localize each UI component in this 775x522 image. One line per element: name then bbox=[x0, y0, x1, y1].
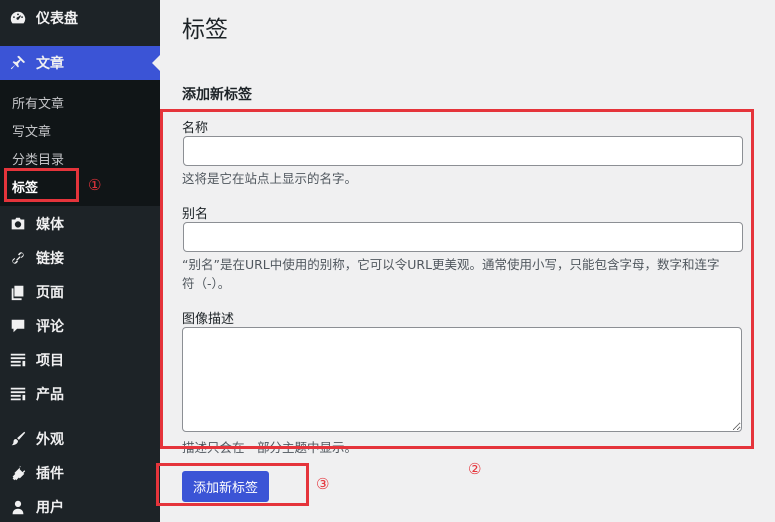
menu-links-label: 链接 bbox=[36, 251, 64, 267]
link-icon bbox=[0, 249, 36, 267]
menu-comments-label: 评论 bbox=[36, 319, 64, 335]
menu-projects-label: 项目 bbox=[36, 353, 64, 369]
admin-sidebar: 仪表盘 文章 所有文章 写文章 分类目录 标签 媒体 链接 页面 评论 项目 产… bbox=[0, 0, 160, 522]
media-icon bbox=[0, 215, 36, 233]
pages-icon bbox=[0, 283, 36, 301]
annotation-number-2: ② bbox=[468, 460, 482, 478]
submenu-all-posts[interactable]: 所有文章 bbox=[12, 93, 64, 112]
submenu-new-post[interactable]: 写文章 bbox=[12, 121, 51, 140]
menu-links[interactable]: 链接 bbox=[0, 241, 160, 275]
menu-posts-label: 文章 bbox=[36, 56, 64, 72]
menu-products[interactable]: 产品 bbox=[0, 377, 160, 411]
dashboard-icon bbox=[0, 9, 36, 27]
comment-icon bbox=[0, 317, 36, 335]
menu-users[interactable]: 用户 bbox=[0, 490, 160, 522]
annotation-number-1: ① bbox=[88, 176, 102, 194]
menu-projects[interactable]: 项目 bbox=[0, 343, 160, 377]
plugin-icon bbox=[0, 464, 36, 482]
user-icon bbox=[0, 498, 36, 516]
menu-posts[interactable]: 文章 bbox=[0, 46, 160, 80]
paintbrush-icon bbox=[0, 430, 36, 448]
annotation-box-2 bbox=[160, 109, 754, 449]
add-tag-heading: 添加新标签 bbox=[182, 87, 252, 103]
menu-products-label: 产品 bbox=[36, 387, 64, 403]
pin-icon bbox=[0, 54, 36, 72]
annotation-number-3: ③ bbox=[316, 475, 330, 493]
annotation-box-1 bbox=[4, 168, 79, 202]
submenu-categories[interactable]: 分类目录 bbox=[12, 149, 64, 168]
menu-users-label: 用户 bbox=[36, 500, 64, 516]
menu-pages-label: 页面 bbox=[36, 285, 64, 301]
annotation-box-3 bbox=[156, 463, 309, 506]
menu-dashboard[interactable]: 仪表盘 bbox=[0, 1, 160, 35]
menu-plugins[interactable]: 插件 bbox=[0, 456, 160, 490]
page-title: 标签 bbox=[182, 17, 228, 43]
menu-comments[interactable]: 评论 bbox=[0, 309, 160, 343]
list-icon bbox=[0, 385, 36, 403]
menu-media-label: 媒体 bbox=[36, 217, 64, 233]
menu-pages[interactable]: 页面 bbox=[0, 275, 160, 309]
list-icon bbox=[0, 351, 36, 369]
menu-plugins-label: 插件 bbox=[36, 466, 64, 482]
menu-dashboard-label: 仪表盘 bbox=[36, 11, 78, 27]
menu-media[interactable]: 媒体 bbox=[0, 207, 160, 241]
menu-appearance[interactable]: 外观 bbox=[0, 422, 160, 456]
menu-appearance-label: 外观 bbox=[36, 432, 64, 448]
